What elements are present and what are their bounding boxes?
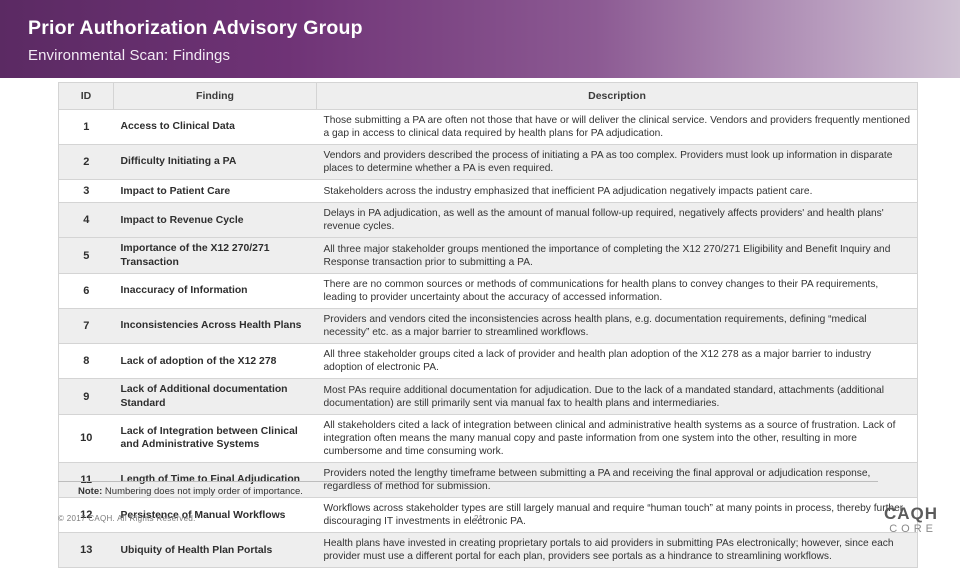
table-row: 2 Difficulty Initiating a PA Vendors and… [58, 144, 918, 181]
cell-finding: Inconsistencies Across Health Plans [113, 308, 317, 345]
cell-description: All stakeholders cited a lack of integra… [316, 413, 918, 464]
cell-description: There are no common sources or methods o… [316, 272, 918, 310]
cell-description: Workflows across stakeholder types are s… [316, 497, 918, 534]
cell-finding: Ubiquity of Health Plan Portals [113, 532, 317, 568]
copyright-text: © 2017 CAQH. All Rights Reserved. [58, 514, 196, 523]
footer-divider [58, 481, 878, 482]
cell-id: 13 [58, 532, 114, 568]
footnote-label: Note: [78, 486, 103, 497]
cell-finding: Lack of Integration between Clinical and… [113, 413, 317, 464]
page-subtitle: Environmental Scan: Findings [28, 47, 231, 64]
cell-id: 2 [58, 144, 114, 181]
cell-finding: Difficulty Initiating a PA [113, 144, 317, 181]
cell-finding: Lack of Additional documentation Standar… [113, 378, 317, 415]
cell-description: Providers and vendors cited the inconsis… [316, 308, 918, 345]
cell-finding: Inaccuracy of Information [113, 272, 317, 310]
cell-description: Health plans have invested in creating p… [316, 532, 918, 568]
table-row: 5 Importance of the X12 270/271 Transact… [58, 237, 918, 274]
page-title: Prior Authorization Advisory Group [28, 17, 363, 39]
slide-header-band: Prior Authorization Advisory Group Envir… [0, 0, 960, 78]
table-row: 4 Impact to Revenue Cycle Delays in PA a… [58, 202, 918, 239]
cell-finding: Impact to Patient Care [113, 179, 317, 204]
table-row: 7 Inconsistencies Across Health Plans Pr… [58, 308, 918, 345]
table-row: 13 Ubiquity of Health Plan Portals Healt… [58, 532, 918, 568]
table-header: ID Finding Description [58, 82, 918, 110]
cell-id: 3 [58, 179, 114, 204]
cell-id: 1 [58, 108, 114, 146]
cell-id: 4 [58, 202, 114, 239]
slide: Prior Authorization Advisory Group Envir… [0, 0, 960, 568]
logo-caqh-text: CAQH [883, 504, 938, 523]
cell-finding: Access to Clinical Data [113, 108, 317, 146]
cell-description: Delays in PA adjudication, as well as th… [316, 202, 918, 239]
cell-description: Vendors and providers described the proc… [316, 144, 918, 181]
cell-id: 6 [58, 272, 114, 310]
footnote: Note: Numbering does not imply order of … [78, 486, 303, 497]
table-body: 1 Access to Clinical Data Those submitti… [58, 108, 918, 568]
cell-description: Most PAs require additional documentatio… [316, 378, 918, 415]
table-row: 3 Impact to Patient Care Stakeholders ac… [58, 179, 918, 204]
table-row: 8 Lack of adoption of the X12 278 All th… [58, 343, 918, 380]
column-header-id: ID [58, 82, 114, 110]
table-row: 9 Lack of Additional documentation Stand… [58, 378, 918, 415]
table-row: 10 Lack of Integration between Clinical … [58, 413, 918, 464]
cell-finding: Importance of the X12 270/271 Transactio… [113, 237, 317, 274]
column-header-finding: Finding [113, 82, 317, 110]
caqh-core-logo: CAQH CORE [884, 505, 938, 535]
footnote-text: Numbering does not imply order of import… [104, 486, 303, 497]
cell-id: 10 [58, 413, 114, 464]
cell-description: All three stakeholder groups cited a lac… [316, 343, 918, 380]
table-row: 1 Access to Clinical Data Those submitti… [58, 108, 918, 146]
cell-id: 9 [58, 378, 114, 415]
cell-description: Stakeholders across the industry emphasi… [316, 179, 918, 204]
cell-finding: Lack of adoption of the X12 278 [113, 343, 317, 380]
logo-core-text: CORE [889, 523, 937, 535]
table-row: 6 Inaccuracy of Information There are no… [58, 272, 918, 310]
column-header-description: Description [316, 82, 918, 110]
cell-id: 7 [58, 308, 114, 345]
cell-description: Those submitting a PA are often not thos… [316, 108, 918, 146]
cell-finding: Impact to Revenue Cycle [113, 202, 317, 239]
table-header-row: ID Finding Description [58, 82, 918, 110]
cell-id: 5 [58, 237, 114, 274]
page-number: 21 [474, 514, 483, 523]
cell-description: All three major stakeholder groups menti… [316, 237, 918, 274]
cell-id: 8 [58, 343, 114, 380]
